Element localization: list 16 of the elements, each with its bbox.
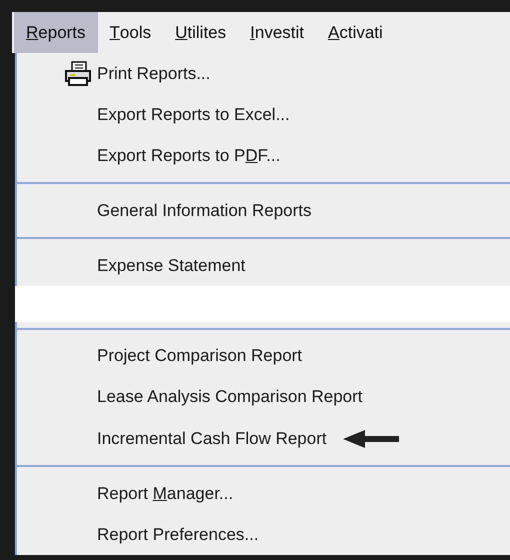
menu-item[interactable]: Print Reports... xyxy=(97,60,210,86)
menu-item[interactable]: Incremental Cash Flow Report xyxy=(97,426,327,452)
menu-item[interactable]: General Information Reports xyxy=(97,198,312,224)
menu-item[interactable]: Lease Analysis Comparison Report xyxy=(97,384,363,410)
printer-icon xyxy=(63,60,93,87)
menu-title[interactable]: Tools xyxy=(98,12,164,53)
menu-title[interactable]: Investit xyxy=(238,12,316,53)
menu-item[interactable]: Expense Statement xyxy=(97,253,246,279)
menu-item[interactable]: Export Reports to PDF... xyxy=(97,142,280,168)
menu-item[interactable]: Export Reports to Excel... xyxy=(97,102,290,128)
menu-item[interactable]: Report Manager... xyxy=(97,480,234,506)
menu-title[interactable]: Reports xyxy=(14,12,98,53)
menu-title[interactable]: Utilites xyxy=(163,12,238,53)
menu-item[interactable]: Report Preferences... xyxy=(97,522,259,548)
menu-title[interactable]: Activati xyxy=(316,12,395,53)
menu-item[interactable]: Project Comparison Report xyxy=(97,343,302,369)
